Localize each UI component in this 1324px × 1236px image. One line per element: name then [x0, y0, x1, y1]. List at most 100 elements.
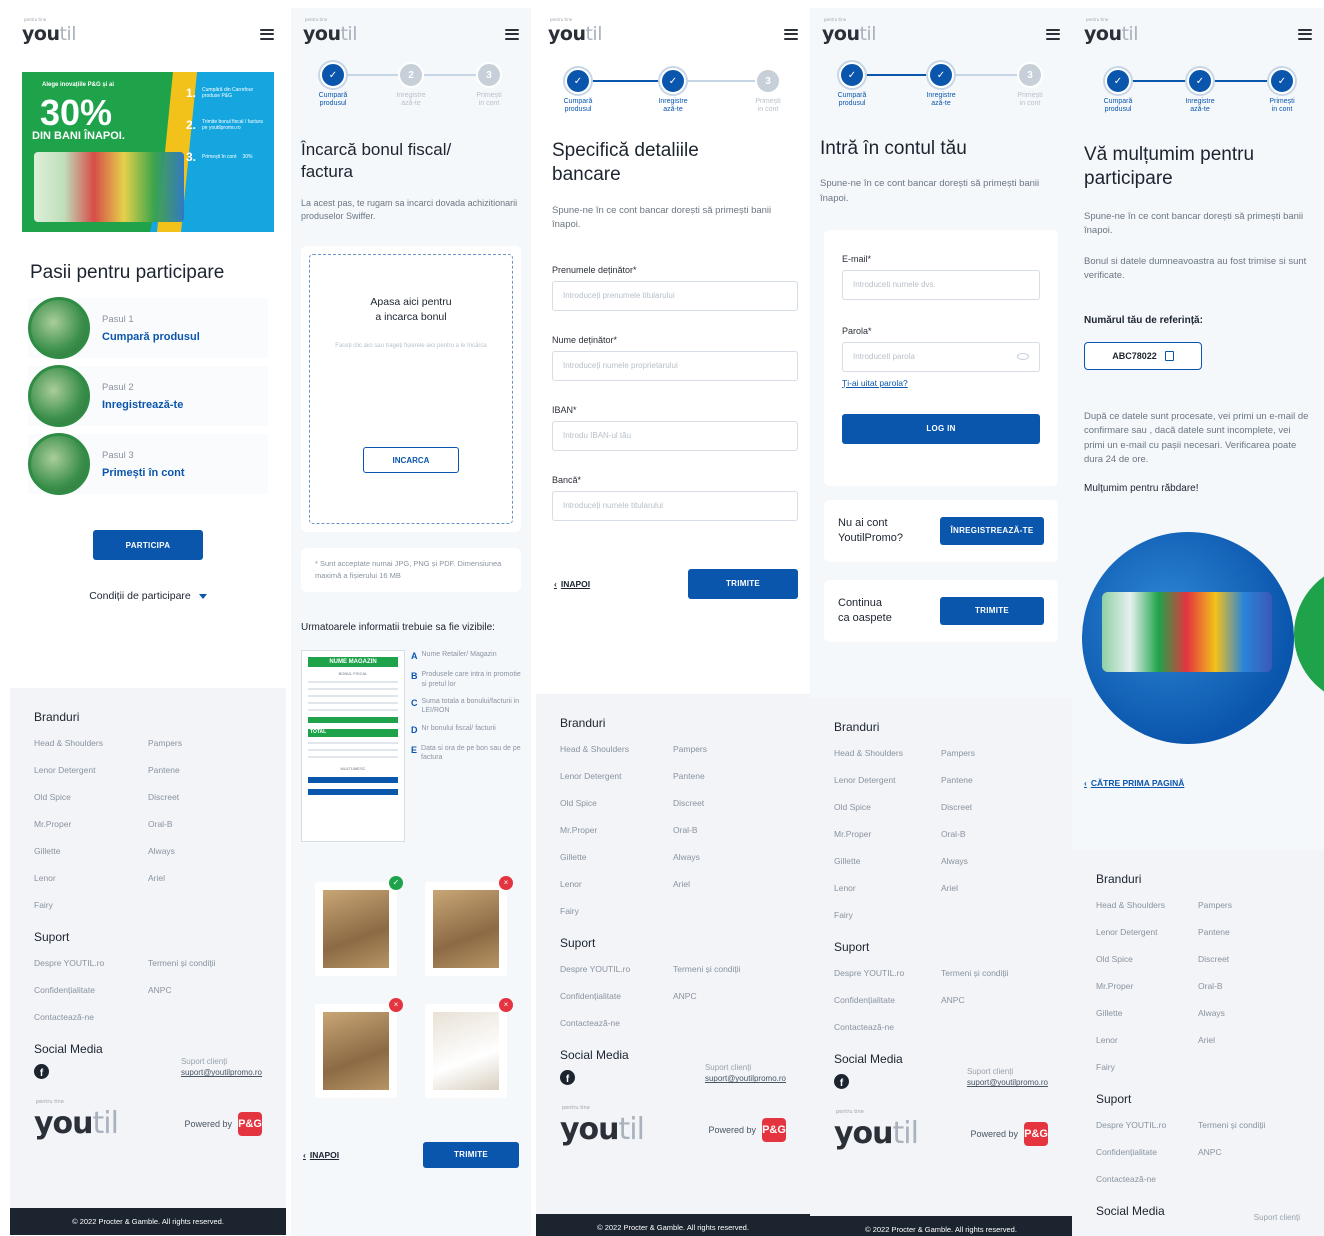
step-2: ✓ Inregistre ază-te	[1172, 68, 1228, 115]
page-title: Încarcă bonul fiscal/ factura	[301, 139, 452, 181]
close-icon: ×	[499, 997, 513, 1012]
check-icon: ✓	[320, 62, 346, 88]
youtil-logo[interactable]: pentru tine youtil	[303, 17, 357, 44]
receipt-example: NUME MAGAZIN BONUL FISCAL TOTAL MULTUMES…	[291, 649, 531, 842]
reference-label: Numărul tău de referință:	[1084, 315, 1203, 327]
home-link[interactable]: ‹ CĂTRE PRIMA PAGINĂ	[1084, 778, 1184, 788]
conditions-dropdown[interactable]: Condiții de participare	[10, 590, 286, 602]
eye-icon[interactable]	[1017, 353, 1029, 361]
facebook-icon[interactable]: f	[834, 1074, 849, 1089]
photo-thumbnail[interactable]: ×	[315, 997, 403, 1098]
chevron-left-icon: ‹	[554, 578, 557, 589]
stepper: ✓ Cumpară produsul 2 Inregistre ază-te 3 Pr…	[291, 62, 531, 109]
iban-input[interactable]: Introdu IBAN-ul tău	[552, 420, 798, 451]
copyright: © 2022 Procter & Gamble. All rights rese…	[10, 1208, 286, 1235]
footer-logo: pentru tine youtil	[34, 1099, 119, 1141]
photo-thumbnail[interactable]: ×	[425, 875, 513, 976]
social-row: Social Media Suport clienți	[1096, 1204, 1300, 1222]
photo-thumbnail[interactable]: ✓	[315, 875, 403, 976]
hamburger-menu-icon[interactable]	[1046, 28, 1060, 40]
copyright: © 2022 Procter & Gamble. All rights rese…	[810, 1216, 1072, 1236]
promo-steps: 1. Cumpără din Carrefour produse P&G 2. …	[186, 86, 263, 164]
step-1: ✓ Cumpară produsul	[550, 68, 606, 115]
thanks-text: Mulțumim pentru răbdare!	[1084, 483, 1199, 495]
screen-landing: pentru tine youtil Alege inovațiile P&G ș…	[10, 8, 286, 1236]
receipt-illustration: NUME MAGAZIN BONUL FISCAL TOTAL MULTUMES…	[301, 649, 405, 842]
brands-links: Head & Shoulders Pampers Lenor Detergent P…	[834, 748, 976, 920]
social-row: Social Media f Suport clienți suport@youti…	[834, 1052, 1048, 1089]
facebook-icon[interactable]: f	[560, 1070, 575, 1085]
facebook-icon[interactable]: f	[34, 1064, 49, 1079]
step-2: ✓ Inregistre ază-te	[645, 68, 701, 115]
youtil-logo[interactable]: pentru tine youtil	[1084, 17, 1138, 44]
hamburger-menu-icon[interactable]	[1298, 28, 1312, 40]
header: pentru tine youtil	[291, 8, 531, 48]
first-name-input[interactable]: Introduceți prenumele titularului	[552, 280, 798, 311]
hamburger-menu-icon[interactable]	[784, 28, 798, 40]
chevron-left-icon: ‹	[1084, 778, 1087, 788]
youtil-logo[interactable]: pentru tine youtil	[822, 17, 876, 44]
receipt-legend: A Nume Retailer/ Magazin B Produsele care …	[411, 650, 521, 762]
upload-button[interactable]: INCARCA	[363, 447, 459, 474]
promo-banner: Alege inovațiile P&G și ai 30% DIN BANI …	[22, 72, 274, 232]
check-icon: ✓	[928, 62, 954, 88]
youtil-logo[interactable]: pentru tine youtil	[548, 17, 602, 44]
screen-upload-receipt: pentru tine youtil ✓ Cumpară produsul 2 Inr…	[291, 8, 531, 1236]
social-row: Social Media f Suport clienți suport@youti…	[560, 1048, 786, 1085]
check-icon: ✓	[1105, 68, 1131, 94]
step-1: ✓ Cumpară produsul	[824, 62, 880, 109]
close-icon: ×	[499, 875, 513, 890]
footer-logo: pentru tine youtil	[834, 1109, 919, 1151]
step-card-1[interactable]: Pasul 1 Cumpară produsul	[28, 297, 268, 359]
photo-thumbnail[interactable]: ×	[425, 997, 513, 1098]
processing-info: După ce datele sunt procesate, vei primi…	[1084, 411, 1309, 465]
support-links: Despre YOUTIL.ro Termeni și condiții Conf…	[834, 968, 1009, 1032]
submit-button[interactable]: TRIMITE	[423, 1141, 519, 1168]
support-contact: Suport clienți suport@youtilpromo.ro	[966, 1067, 1048, 1088]
screen-thank-you: pentru tine youtil ✓ Cumpară produsul ✓ Inr…	[1072, 8, 1324, 1236]
participa-button[interactable]: PARTICIPA	[93, 530, 203, 560]
hamburger-menu-icon[interactable]	[505, 28, 519, 40]
back-link[interactable]: ‹ INAPOI	[554, 579, 590, 589]
step-1: ✓ Cumpară produsul	[305, 62, 361, 109]
forgot-password-link[interactable]: Ți-ai uitat parola?	[842, 378, 1040, 388]
last-name-input[interactable]: Introduceți numele proprietarului	[552, 350, 798, 381]
page-title: Vă mulțumim pentru participare	[1084, 143, 1255, 190]
page-description: Spune-ne în ce cont bancar dorești să pr…	[552, 205, 772, 231]
header: pentru tine youtil	[810, 8, 1072, 48]
back-link[interactable]: ‹ INAPOI	[303, 1150, 339, 1160]
visible-info-heading: Urmatoarele informatii trebuie sa fie vi…	[301, 621, 495, 633]
close-icon: ×	[389, 997, 403, 1012]
bank-input[interactable]: Introduceți numele titularului	[552, 490, 798, 521]
reference-number[interactable]: ABC78022	[1084, 342, 1202, 371]
upload-dropzone[interactable]: Apasa aici pentru a incarca bonul Faceți…	[309, 253, 513, 524]
register-button[interactable]: ÎNREGISTREAZĂ-TE	[940, 516, 1044, 545]
pg-logo: P&G	[238, 1112, 262, 1136]
youtil-logo[interactable]: pentru tine youtil	[22, 17, 76, 44]
step-2: 2 Inregistre ază-te	[383, 62, 439, 109]
support-contact: Suport clienți suport@youtilpromo.ro	[704, 1063, 786, 1084]
step-3: 3 Primești in cont	[461, 62, 517, 109]
stepper: ✓ Cumpară produsul ✓ Inregistre ază-te 3 Pr…	[536, 68, 810, 115]
step-card-3[interactable]: Pasul 3 Primești în cont	[28, 433, 268, 495]
brands-links: Head & Shoulders Pampers Lenor Detergent P…	[560, 744, 708, 916]
screen-login: pentru tine youtil ✓ Cumpară produsul ✓ Inr…	[810, 8, 1072, 1236]
hamburger-menu-icon[interactable]	[260, 28, 274, 40]
footer: Branduri Head & Shoulders Pampers Lenor D…	[10, 688, 286, 1208]
page-title: Specifică detaliile bancare	[552, 139, 699, 186]
login-button[interactable]: LOG IN	[842, 413, 1040, 444]
copy-icon[interactable]	[1164, 351, 1174, 362]
brands-links: Head & Shoulders Pampers Lenor Detergent P…	[34, 738, 183, 910]
check-icon: ✓	[1187, 68, 1213, 94]
support-links: Despre YOUTIL.ro Termeni și condiții Conf…	[1096, 1120, 1266, 1184]
guest-submit-button[interactable]: TRIMITE	[940, 596, 1044, 625]
step-card-2[interactable]: Pasul 2 Inregistrează-te	[28, 365, 268, 427]
step-3: ✓ Primești in cont	[1254, 68, 1310, 115]
email-input[interactable]: Introduceti numele dvs.	[842, 269, 1040, 300]
page-title: Intră în contul tău	[820, 137, 967, 159]
submit-button[interactable]: TRIMITE	[688, 568, 798, 599]
pg-logo: P&G	[1024, 1122, 1048, 1146]
password-input[interactable]: Introduceti parola	[842, 341, 1040, 372]
page-description: Spune-ne în ce cont bancar dorești să pr…	[820, 178, 1040, 204]
footer: Branduri Head & Shoulders Pampers Lenor D…	[536, 694, 810, 1214]
